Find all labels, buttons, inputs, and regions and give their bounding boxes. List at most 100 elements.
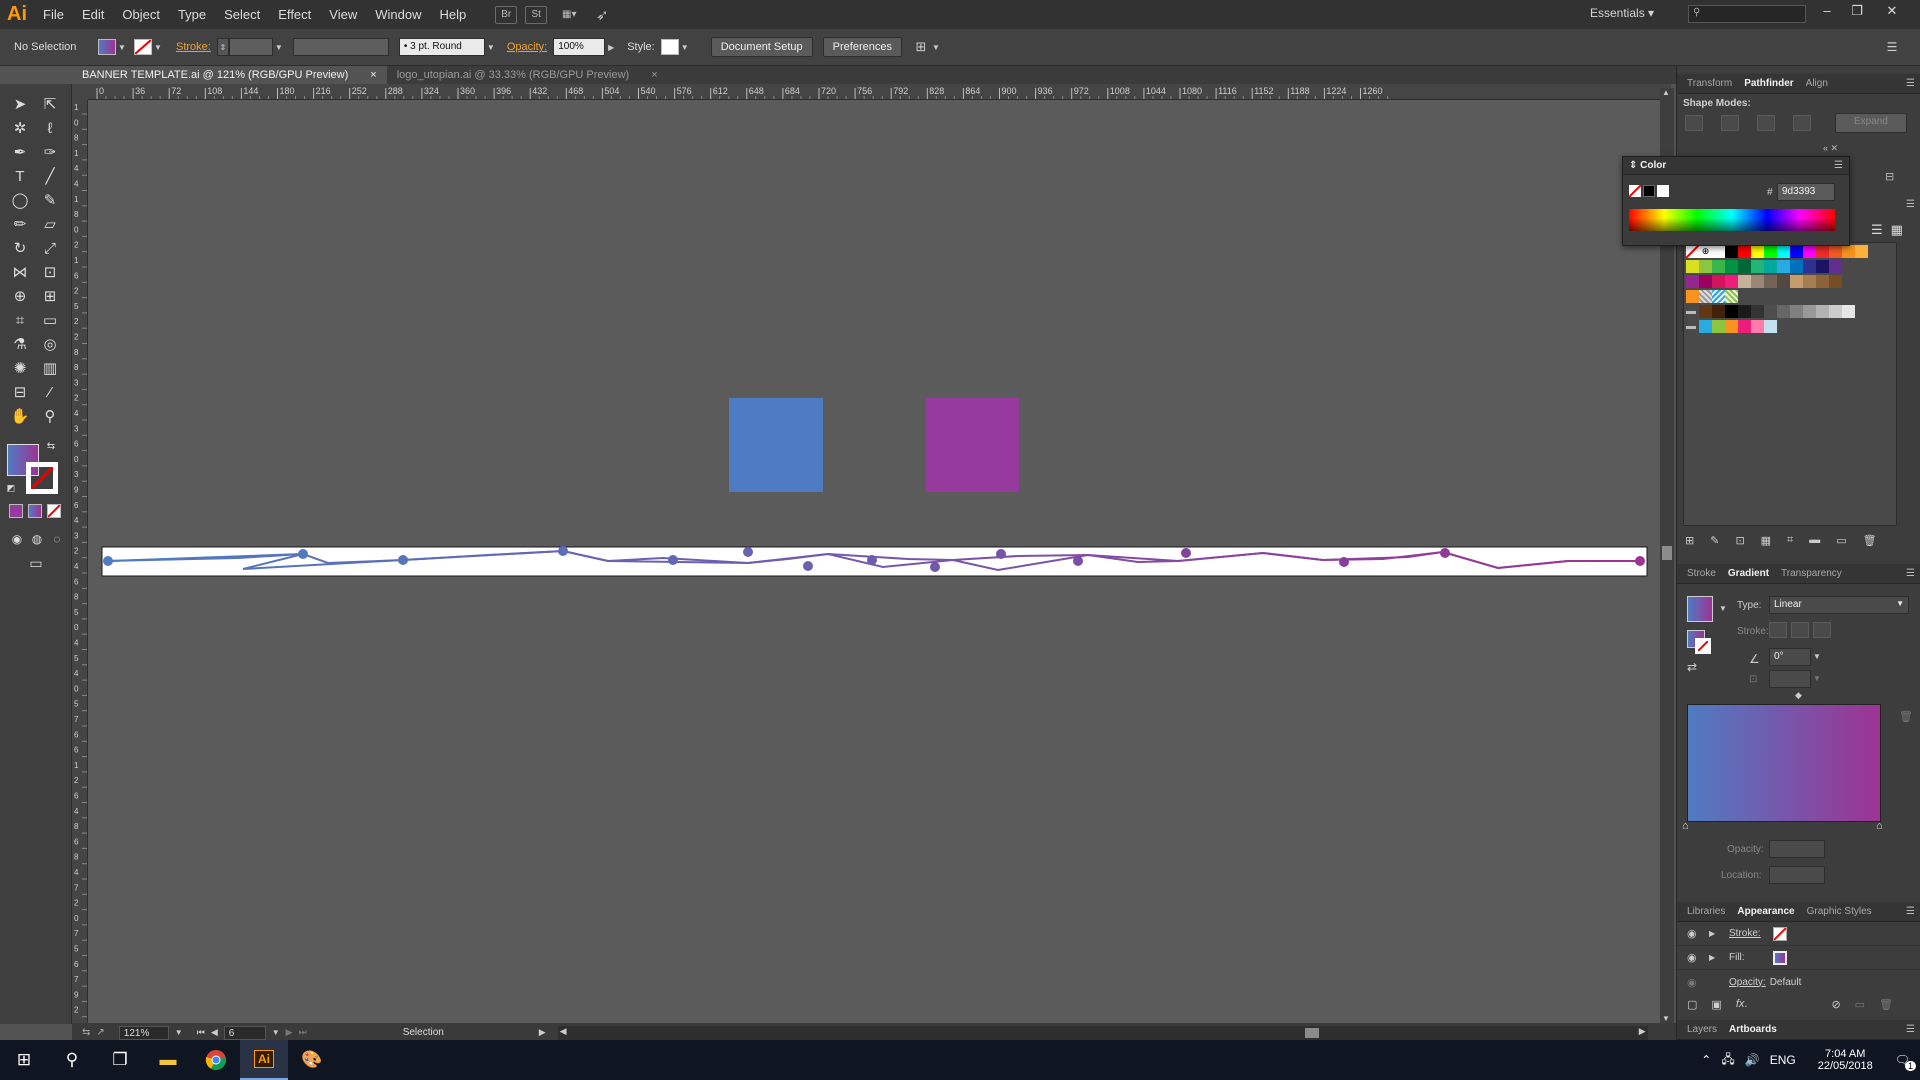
expand-button[interactable]: Expand <box>1835 113 1907 133</box>
close-tab-icon[interactable]: × <box>651 69 657 81</box>
anchor-point[interactable] <box>668 555 678 565</box>
anchor-point[interactable] <box>930 562 940 572</box>
color-none-swatch[interactable] <box>1628 184 1642 198</box>
color-swatch[interactable] <box>1803 245 1816 258</box>
folder-icon[interactable]: ▬ <box>1686 320 1699 333</box>
tab-banner-template[interactable]: BANNER TEMPLATE.ai @ 121% (RGB/GPU Previ… <box>72 66 387 84</box>
gradient-stroke-indicator[interactable] <box>1695 638 1711 654</box>
color-swatch[interactable] <box>1699 275 1712 288</box>
color-swatch[interactable] <box>1816 260 1829 273</box>
stroke-weight-dropdown-icon[interactable]: ▼ <box>273 38 285 56</box>
color-swatch[interactable] <box>1686 260 1699 273</box>
eyedropper-tool-icon[interactable]: ⚗ <box>9 334 31 356</box>
appearance-stroke-row[interactable]: ◉ ▶ Stroke: <box>1677 922 1920 946</box>
blue-square[interactable] <box>729 398 823 492</box>
gradient-preset-dropdown-icon[interactable]: ▼ <box>1719 604 1727 613</box>
stroke-label[interactable]: Stroke: <box>176 41 211 53</box>
appearance-stroke-swatch[interactable] <box>1773 926 1787 941</box>
panel-menu-icon[interactable]: ☰ <box>1906 1024 1915 1035</box>
none-mode-button[interactable] <box>47 504 61 518</box>
anchor-point[interactable] <box>867 555 877 565</box>
color-swatch[interactable] <box>1777 245 1790 258</box>
color-swatch[interactable] <box>1777 260 1790 273</box>
color-swatch[interactable] <box>1712 320 1725 333</box>
menu-type[interactable]: Type <box>169 7 215 22</box>
exclude-button[interactable] <box>1793 115 1811 131</box>
symbol-sprayer-tool-icon[interactable]: ✺ <box>9 358 31 380</box>
fill-dropdown-icon[interactable]: ▼ <box>116 38 128 56</box>
color-swatch[interactable] <box>1790 305 1803 318</box>
anchor-point[interactable] <box>1339 557 1349 567</box>
scroll-left-icon[interactable]: ◀ <box>560 1026 567 1037</box>
color-swatch[interactable] <box>1816 245 1829 258</box>
color-swatch[interactable] <box>1803 260 1816 273</box>
tray-chevron-icon[interactable]: ⌃ <box>1701 1053 1711 1067</box>
appearance-fill-swatch[interactable] <box>1773 950 1787 965</box>
delete-swatch-icon[interactable]: 🗑 <box>1863 534 1877 547</box>
vertical-scroll-thumb[interactable] <box>1662 546 1672 560</box>
slice-tool-icon[interactable]: ⁄ <box>39 382 61 404</box>
delete-stop-icon[interactable]: 🗑 <box>1899 710 1913 723</box>
gradient-slider-preview[interactable] <box>1687 704 1881 822</box>
opacity-dropdown-icon[interactable]: ▶ <box>605 38 617 56</box>
arrange-icon[interactable]: ⊞ <box>912 38 930 56</box>
tab-pathfinder[interactable]: Pathfinder <box>1738 75 1799 92</box>
aspect-dropdown-icon[interactable]: ▼ <box>1813 674 1821 683</box>
clear-appearance-icon[interactable]: ⊘ <box>1831 998 1840 1011</box>
pencil-tool-icon[interactable]: ✏ <box>9 214 31 236</box>
volume-icon[interactable]: 🔊 <box>1745 1053 1760 1067</box>
visibility-eye-icon[interactable]: ◉ <box>1687 927 1709 940</box>
next-artboard-icon[interactable]: ▶ <box>286 1027 293 1038</box>
color-swatch[interactable] <box>1764 320 1777 333</box>
gradient-angle-field[interactable]: 0° <box>1769 648 1811 666</box>
tab-gradient[interactable]: Gradient <box>1722 565 1775 582</box>
midpoint-diamond-icon[interactable]: ◆ <box>1795 690 1802 701</box>
swatch-kind-icon[interactable]: ✎ <box>1710 534 1719 547</box>
line-tool-icon[interactable]: ╱ <box>39 166 61 188</box>
color-swatch[interactable] <box>1816 275 1829 288</box>
visibility-eye-icon[interactable]: ◉ <box>1687 951 1709 964</box>
folder-icon[interactable]: ▬ <box>1686 305 1699 318</box>
anchor-point[interactable] <box>1073 556 1083 566</box>
ellipse-tool-icon[interactable]: ◯ <box>9 190 31 212</box>
panel-menu-icon[interactable]: ☰ <box>1906 568 1915 579</box>
color-swatch[interactable] <box>1699 320 1712 333</box>
tab-layers[interactable]: Layers <box>1681 1021 1723 1038</box>
color-swatch[interactable] <box>1712 260 1725 273</box>
intersect-button[interactable] <box>1757 115 1775 131</box>
search-input[interactable]: ⚲ <box>1688 5 1806 23</box>
color-swatch[interactable] <box>1686 275 1699 288</box>
horizontal-scroll-thumb[interactable] <box>1304 1027 1319 1038</box>
scroll-up-icon[interactable]: ▲ <box>1662 88 1670 97</box>
default-fill-stroke-icon[interactable]: ◩ <box>5 482 17 494</box>
anchor-point[interactable] <box>398 555 408 565</box>
horizontal-ruler[interactable]: 0 36 72 108 144 180 216 252 288 324 360 396 432 468 50… <box>88 84 1671 100</box>
appearance-stroke-label[interactable]: Stroke: <box>1729 928 1773 939</box>
lasso-tool-icon[interactable]: ℓ <box>39 118 61 140</box>
anchor-point[interactable] <box>1635 556 1645 566</box>
vertical-ruler[interactable]: 1 0 8 1 4 4 1 8 0 2 1 6 2 5 2 2 8 8 3 2 4 3 6 0 3 9 6 4 3 2 4 6 8 5 0 4 5 4 0 5… <box>72 100 88 1023</box>
purple-square[interactable] <box>926 398 1019 492</box>
scroll-down-icon[interactable]: ▼ <box>1662 1014 1670 1023</box>
first-artboard-icon[interactable]: ⏮ <box>197 1027 205 1038</box>
add-new-stroke-icon[interactable]: ▢ <box>1687 998 1697 1011</box>
scroll-right-icon[interactable]: ▶ <box>1639 1026 1646 1037</box>
gradient-mode-button[interactable] <box>28 504 42 518</box>
anchor-point[interactable] <box>1181 548 1191 558</box>
swatch-registration[interactable]: ⊕ <box>1699 245 1712 258</box>
color-swatch[interactable] <box>1699 305 1712 318</box>
color-swatch[interactable] <box>1738 275 1751 288</box>
tab-stroke[interactable]: Stroke <box>1681 565 1722 582</box>
draw-behind-icon[interactable]: ◍ <box>26 528 48 550</box>
document-setup-button[interactable]: Document Setup <box>710 37 813 57</box>
add-effect-icon[interactable]: fx. <box>1736 998 1748 1011</box>
style-dropdown-icon[interactable]: ▼ <box>679 38 691 56</box>
rotate-tool-icon[interactable]: ↻ <box>9 238 31 260</box>
visibility-eye-icon[interactable]: ◉ <box>1687 976 1729 989</box>
menu-effect[interactable]: Effect <box>269 7 320 22</box>
color-swatch[interactable] <box>1842 305 1855 318</box>
share-icon[interactable]: ↗ <box>96 1027 104 1038</box>
swatch-libraries-icon[interactable]: ⊞ <box>1685 534 1694 547</box>
color-swatch[interactable] <box>1829 305 1842 318</box>
gradient-type-select[interactable]: Linear ▼ <box>1769 596 1909 614</box>
